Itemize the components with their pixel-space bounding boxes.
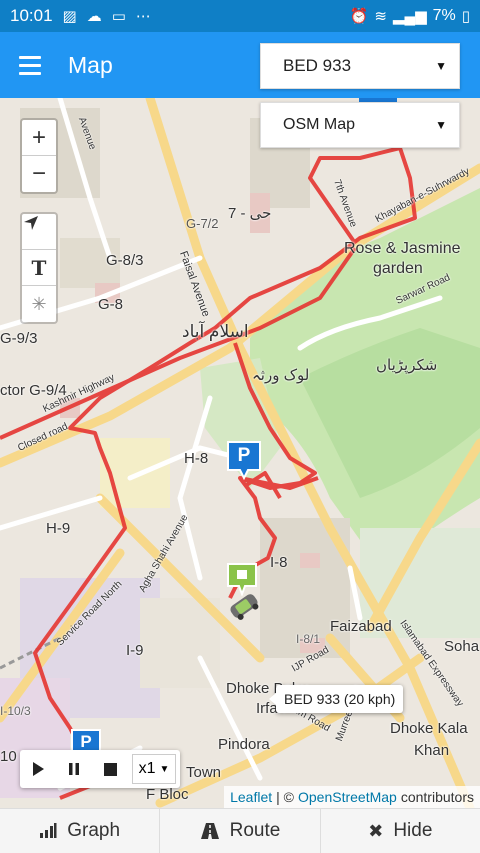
map-label-rose-jasmine: Rose & Jasmine xyxy=(344,240,461,257)
vehicle-select[interactable]: BED 933 ▼ xyxy=(260,43,460,89)
road-icon xyxy=(200,823,219,839)
leaflet-link[interactable]: Leaflet xyxy=(230,789,272,805)
parking-marker-label: P xyxy=(237,445,251,466)
map-label-i81: I-8/1 xyxy=(296,632,321,646)
map-label-dhoke-kala: Dhoke Kala xyxy=(390,720,468,737)
playback-control: x1 ▼ xyxy=(20,750,180,788)
stop-button[interactable] xyxy=(92,750,128,788)
map-label-g72: G-7/2 xyxy=(186,216,219,231)
stop-icon xyxy=(103,762,117,776)
battery-icon: ▯ xyxy=(461,8,470,25)
map-label-garden: garden xyxy=(373,260,423,277)
map-label-f-bloc: F Bloc xyxy=(146,786,189,803)
map-label-h8: H-8 xyxy=(184,450,209,467)
vehicle-marker[interactable] xyxy=(226,592,262,620)
speed-select-value: x1 xyxy=(138,760,156,777)
map-label-khan: Khan xyxy=(414,742,450,759)
hide-button-label: Hide xyxy=(393,820,433,841)
route-button[interactable]: Route xyxy=(160,809,321,853)
draw-control: T ✳ xyxy=(20,212,58,324)
play-button[interactable] xyxy=(20,750,56,788)
alarm-icon: ⏰ xyxy=(349,8,369,25)
vehicle-select-value: BED 933 xyxy=(283,56,352,75)
chevron-down-icon: ▼ xyxy=(435,118,447,132)
cloud-icon: ☁ xyxy=(86,8,102,25)
asterisk-icon: ✳ xyxy=(31,293,47,314)
wifi-icon: ≋ xyxy=(374,8,387,25)
page-title: Map xyxy=(68,51,113,78)
map-label-sohan: Soha xyxy=(444,638,480,655)
speed-select[interactable]: x1 ▼ xyxy=(132,754,176,784)
graph-button[interactable]: Graph xyxy=(0,809,161,853)
map-label-shakarparian: شکرپڑیاں xyxy=(376,357,438,374)
map-label-i8: I-8 xyxy=(270,554,288,571)
map-label-i103: I-10/3 xyxy=(0,704,31,718)
more-icon: ⋯ xyxy=(135,8,151,25)
pause-button[interactable] xyxy=(56,750,92,788)
clock: 10:01 xyxy=(10,6,53,25)
car-icon xyxy=(230,594,259,620)
status-bar: 10:01 ▨ ☁ ▭ ⋯ ⏰ ≋ ▂▄▆ 7% ▯ xyxy=(0,0,480,32)
text-tool-button[interactable]: T xyxy=(22,250,56,286)
map-label-islamabad: اسلام آباد xyxy=(182,322,249,341)
vehicle-popup[interactable]: BED 933 (20 kph) xyxy=(268,685,404,713)
pause-icon xyxy=(69,763,79,775)
zoom-control: + − xyxy=(20,118,58,194)
map-label-g7: حی - 7 xyxy=(228,205,272,222)
menu-button[interactable] xyxy=(0,32,60,98)
map-label-pindora: Pindora xyxy=(218,736,270,753)
photo-icon: ▨ xyxy=(62,8,77,25)
layer-select-value: OSM Map xyxy=(283,116,356,133)
close-icon: ✖ xyxy=(368,820,384,841)
map-label-g8: G-8 xyxy=(98,296,124,313)
map-label-g93: G-9/3 xyxy=(0,330,38,347)
hide-button[interactable]: ✖ Hide xyxy=(321,809,480,853)
play-icon xyxy=(33,762,44,776)
osm-link[interactable]: OpenStreetMap xyxy=(298,789,397,805)
navigation-arrow-icon xyxy=(24,216,38,230)
map-label-faizabad: Faizabad xyxy=(330,618,392,635)
bar-chart-icon xyxy=(40,823,57,838)
map-label-g83: G-8/3 xyxy=(106,252,144,269)
map-view[interactable]: G-7/2 حی - 7 G-8/3 G-8 G-9/3 ctor G-9/4 … xyxy=(0,98,480,808)
zoom-in-button[interactable]: + xyxy=(22,120,56,156)
graph-button-label: Graph xyxy=(67,820,121,841)
map-label-lok-virsa: لوک ورثہ xyxy=(252,367,310,384)
battery-text: 7% xyxy=(432,7,456,24)
map-attribution: Leaflet | © OpenStreetMap contributors xyxy=(224,786,480,808)
attribution-contributors: contributors xyxy=(400,789,474,805)
locate-button[interactable] xyxy=(22,214,56,250)
chevron-down-icon: ▼ xyxy=(159,763,170,775)
map-label-h9: H-9 xyxy=(46,520,71,537)
signal-icon: ▂▄▆ xyxy=(392,8,427,25)
map-label-town: Town xyxy=(186,764,222,781)
parking-marker-label: P xyxy=(80,732,92,751)
chevron-down-icon: ▼ xyxy=(435,59,447,73)
bottom-toolbar: Graph Route ✖ Hide xyxy=(0,808,480,853)
map-label-ten: 10 xyxy=(0,748,17,765)
attribution-separator: | © xyxy=(276,789,294,805)
parking-marker[interactable]: P xyxy=(226,440,262,480)
zoom-out-button[interactable]: − xyxy=(22,156,56,192)
monitor-icon: ▭ xyxy=(111,8,126,25)
route-button-label: Route xyxy=(229,820,281,841)
layer-select[interactable]: OSM Map ▼ xyxy=(260,102,460,148)
start-marker[interactable] xyxy=(226,562,258,596)
start-marker-shape xyxy=(227,563,257,596)
map-label-i9: I-9 xyxy=(126,642,144,659)
measure-tool-button[interactable]: ✳ xyxy=(22,286,56,322)
